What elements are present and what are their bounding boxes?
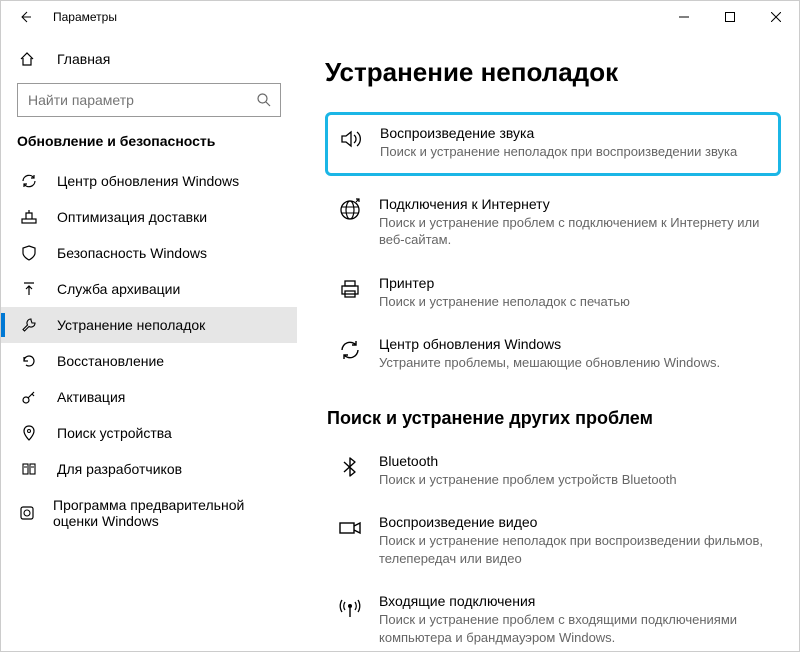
developer-icon <box>19 461 39 477</box>
sidebar-item-label: Служба архивации <box>57 281 180 297</box>
sidebar-item-label: Центр обновления Windows <box>57 173 239 189</box>
troubleshoot-title: Воспроизведение звука <box>380 125 768 141</box>
search-box[interactable] <box>17 83 281 117</box>
sidebar-item-label: Устранение неполадок <box>57 317 205 333</box>
troubleshoot-title: Входящие подключения <box>379 593 771 609</box>
troubleshoot-item-update[interactable]: Центр обновления Windows Устраните пробл… <box>325 326 781 384</box>
main-content: Устранение неполадок Воспроизведение зву… <box>297 33 799 651</box>
troubleshoot-desc: Поиск и устранение неполадок с печатью <box>379 293 771 311</box>
page-title: Устранение неполадок <box>325 57 781 88</box>
troubleshoot-item-incoming[interactable]: Входящие подключения Поиск и устранение … <box>325 583 781 651</box>
troubleshoot-desc: Устраните проблемы, мешающие обновлению … <box>379 354 771 372</box>
key-icon <box>19 389 39 405</box>
speaker-icon <box>336 125 366 151</box>
antenna-icon <box>335 593 365 619</box>
sidebar-item-troubleshoot[interactable]: Устранение неполадок <box>1 307 297 343</box>
sidebar-item-windows-update[interactable]: Центр обновления Windows <box>1 163 297 199</box>
troubleshoot-desc: Поиск и устранение проблем с подключение… <box>379 214 771 249</box>
sidebar-item-developers[interactable]: Для разработчиков <box>1 451 297 487</box>
search-input[interactable] <box>28 92 256 108</box>
home-label: Главная <box>57 51 110 67</box>
sidebar-item-label: Для разработчиков <box>57 461 182 477</box>
sidebar-item-delivery-optimization[interactable]: Оптимизация доставки <box>1 199 297 235</box>
sidebar-item-label: Восстановление <box>57 353 164 369</box>
troubleshoot-item-internet[interactable]: Подключения к Интернету Поиск и устранен… <box>325 186 781 261</box>
sidebar-item-label: Безопасность Windows <box>57 245 207 261</box>
sidebar-item-label: Активация <box>57 389 125 405</box>
troubleshoot-item-audio[interactable]: Воспроизведение звука Поиск и устранение… <box>325 112 781 176</box>
video-icon <box>335 514 365 540</box>
subsection-title: Поиск и устранение других проблем <box>327 408 781 429</box>
delivery-icon <box>19 209 39 225</box>
shield-icon <box>19 245 39 261</box>
sidebar-item-backup[interactable]: Служба архивации <box>1 271 297 307</box>
sidebar-item-recovery[interactable]: Восстановление <box>1 343 297 379</box>
recovery-icon <box>19 353 39 369</box>
troubleshoot-desc: Поиск и устранение проблем устройств Blu… <box>379 471 771 489</box>
globe-icon <box>335 196 365 222</box>
search-icon <box>256 92 272 108</box>
sidebar: Главная Обновление и безопасность Центр … <box>1 33 297 651</box>
troubleshoot-title: Подключения к Интернету <box>379 196 771 212</box>
sync-icon <box>335 336 365 362</box>
titlebar: Параметры <box>1 1 799 33</box>
troubleshoot-title: Воспроизведение видео <box>379 514 771 530</box>
troubleshoot-title: Центр обновления Windows <box>379 336 771 352</box>
sidebar-item-find-device[interactable]: Поиск устройства <box>1 415 297 451</box>
close-button[interactable] <box>753 1 799 33</box>
troubleshoot-desc: Поиск и устранение неполадок при воспрои… <box>380 143 768 161</box>
minimize-button[interactable] <box>661 1 707 33</box>
sync-icon <box>19 173 39 189</box>
sidebar-item-label: Программа предварительной оценки Windows <box>53 497 281 529</box>
sidebar-item-activation[interactable]: Активация <box>1 379 297 415</box>
back-button[interactable] <box>15 7 35 27</box>
sidebar-item-label: Поиск устройства <box>57 425 172 441</box>
troubleshoot-title: Принтер <box>379 275 771 291</box>
bluetooth-icon <box>335 453 365 479</box>
troubleshoot-item-video[interactable]: Воспроизведение видео Поиск и устранение… <box>325 504 781 579</box>
wrench-icon <box>19 317 39 333</box>
sidebar-item-security[interactable]: Безопасность Windows <box>1 235 297 271</box>
sidebar-item-label: Оптимизация доставки <box>57 209 207 225</box>
troubleshoot-title: Bluetooth <box>379 453 771 469</box>
window-title: Параметры <box>53 10 661 24</box>
backup-icon <box>19 281 39 297</box>
troubleshoot-item-printer[interactable]: Принтер Поиск и устранение неполадок с п… <box>325 265 781 323</box>
sidebar-item-insider[interactable]: Программа предварительной оценки Windows <box>1 487 297 539</box>
insider-icon <box>19 505 35 521</box>
printer-icon <box>335 275 365 301</box>
troubleshoot-desc: Поиск и устранение неполадок при воспрои… <box>379 532 771 567</box>
troubleshoot-desc: Поиск и устранение проблем с входящими п… <box>379 611 771 646</box>
home-icon <box>19 51 39 67</box>
troubleshoot-item-bluetooth[interactable]: Bluetooth Поиск и устранение проблем уст… <box>325 443 781 501</box>
window-controls <box>661 1 799 33</box>
section-title: Обновление и безопасность <box>1 131 297 163</box>
location-icon <box>19 425 39 441</box>
home-nav[interactable]: Главная <box>1 43 297 75</box>
maximize-button[interactable] <box>707 1 753 33</box>
